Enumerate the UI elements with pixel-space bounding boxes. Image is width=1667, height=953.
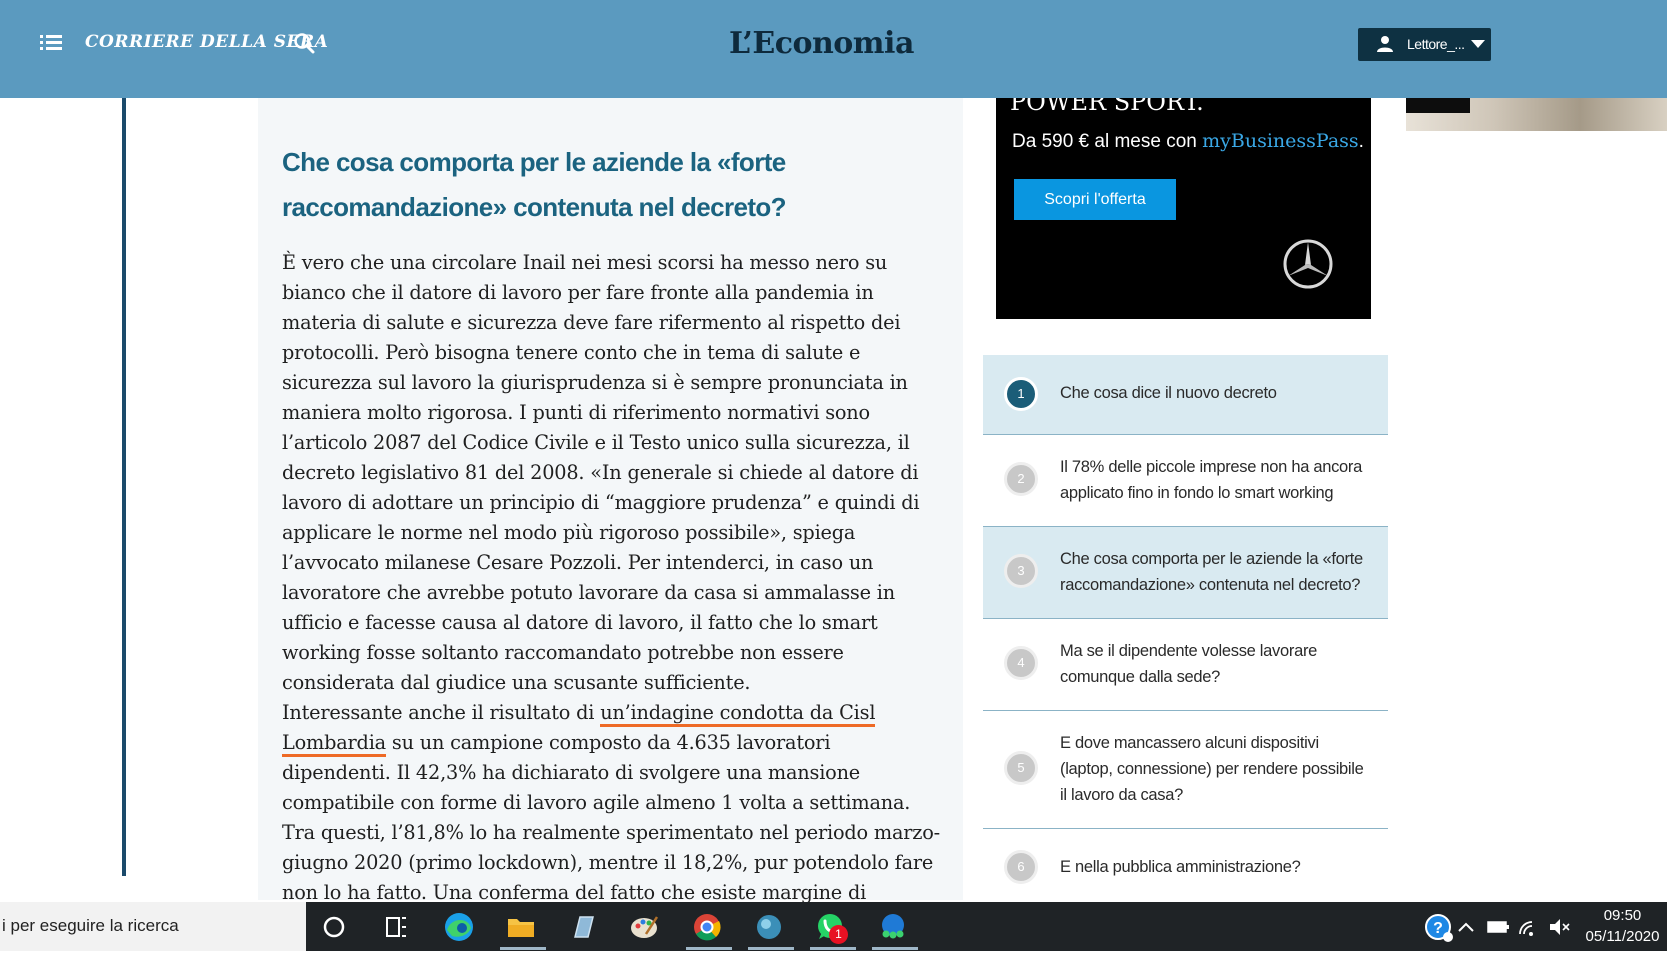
- left-rule: [122, 98, 126, 876]
- clock-time: 09:50: [1603, 907, 1642, 924]
- leconomia-logo[interactable]: L’Economia: [729, 26, 914, 61]
- ad-offer-button[interactable]: Scopri l'offerta: [1014, 179, 1176, 220]
- index-item-label: E nella pubblica amministrazione?: [1060, 858, 1301, 876]
- index-number: 6: [1004, 850, 1038, 884]
- index-number: 5: [1004, 751, 1038, 785]
- clock-date: 05/11/2020: [1585, 928, 1660, 945]
- svg-text:?: ?: [1433, 920, 1443, 937]
- task-view-icon[interactable]: [374, 906, 416, 948]
- index-item-label: Che cosa dice il nuovo decreto: [1060, 384, 1277, 402]
- index-item[interactable]: 3 Che cosa comporta per le aziende la «f…: [983, 527, 1388, 619]
- index-item-label: E dove mancassero alcuni dispositivi (la…: [1060, 734, 1364, 804]
- active-indicator: [500, 947, 546, 950]
- ad-price-text: Da 590 € al mese con myBusinessPass.: [1012, 130, 1364, 153]
- battery-icon[interactable]: [1483, 906, 1513, 948]
- ad-brand-end: .: [1358, 131, 1364, 152]
- corriere-logo[interactable]: CORRIERE DELLA SERA: [85, 32, 328, 52]
- network-people-icon[interactable]: [872, 906, 914, 948]
- volume-muted-icon[interactable]: [1545, 906, 1575, 948]
- paragraph-text: Interessante anche il risultato di: [282, 701, 601, 724]
- index-item[interactable]: 4 Ma se il dipendente volesse lavorare c…: [983, 619, 1388, 711]
- user-menu-button[interactable]: Lettore_...: [1358, 28, 1491, 61]
- article-index: 1 Che cosa dice il nuovo decreto 2 Il 78…: [983, 355, 1388, 905]
- cortana-icon[interactable]: [313, 906, 355, 948]
- index-number: 4: [1004, 646, 1038, 680]
- taskbar-clock[interactable]: 09:50 05/11/2020: [1585, 905, 1660, 947]
- mercedes-star-icon: [1282, 238, 1334, 290]
- advertisement[interactable]: POWER SPORT. Da 590 € al mese con myBusi…: [996, 98, 1371, 319]
- app-globe-icon[interactable]: [748, 906, 790, 948]
- notepad-icon[interactable]: [562, 906, 604, 948]
- active-indicator: [686, 947, 732, 950]
- active-indicator: [872, 947, 918, 950]
- ad-price: Da 590 € al mese con: [1012, 131, 1203, 152]
- index-item[interactable]: 1 Che cosa dice il nuovo decreto: [983, 355, 1388, 435]
- edge-browser-icon[interactable]: [438, 906, 480, 948]
- active-indicator: [810, 947, 856, 950]
- user-menu-label: Lettore_...: [1407, 36, 1465, 52]
- menu-icon[interactable]: [40, 34, 62, 52]
- search-icon[interactable]: [293, 32, 315, 54]
- site-header: CORRIERE DELLA SERA L’Economia Lettore_.…: [0, 0, 1667, 98]
- ad-brand-name: BusinessPass: [1230, 130, 1359, 152]
- active-indicator: [748, 947, 794, 950]
- index-number: 2: [1004, 462, 1038, 496]
- taskbar-search-box[interactable]: i per eseguire la ricerca: [0, 902, 306, 951]
- sidebar-image: [1406, 98, 1667, 131]
- index-item[interactable]: 6 E nella pubblica amministrazione?: [983, 829, 1388, 905]
- chrome-icon[interactable]: [686, 906, 728, 948]
- wifi-icon[interactable]: [1514, 906, 1544, 948]
- index-item[interactable]: 2 Il 78% delle piccole imprese non ha an…: [983, 435, 1388, 527]
- index-number: 1: [1004, 377, 1038, 411]
- article-paragraph: È vero che una circolare Inail nei mesi …: [282, 251, 920, 694]
- ad-brand-my: my: [1202, 130, 1231, 152]
- index-item[interactable]: 5 E dove mancassero alcuni dispositivi (…: [983, 711, 1388, 829]
- article-heading: Che cosa comporta per le aziende la «for…: [282, 147, 787, 222]
- whatsapp-badge: 1: [829, 925, 848, 944]
- paint-icon[interactable]: [624, 906, 666, 948]
- index-number: 3: [1004, 554, 1038, 588]
- taskbar-search-text: i per eseguire la ricerca: [2, 916, 179, 935]
- chevron-up-icon[interactable]: [1451, 906, 1481, 948]
- file-explorer-icon[interactable]: [500, 906, 542, 948]
- article-body: È vero che una circolare Inail nei mesi …: [282, 248, 942, 938]
- index-item-label: Il 78% delle piccole imprese non ha anco…: [1060, 458, 1363, 502]
- index-item-label: Che cosa comporta per le aziende la «for…: [1060, 550, 1363, 594]
- ad-headline: POWER SPORT.: [1010, 98, 1204, 116]
- user-icon: [1376, 35, 1394, 53]
- index-item-label: Ma se il dipendente volesse lavorare com…: [1060, 642, 1318, 686]
- chevron-down-icon: [1471, 40, 1485, 48]
